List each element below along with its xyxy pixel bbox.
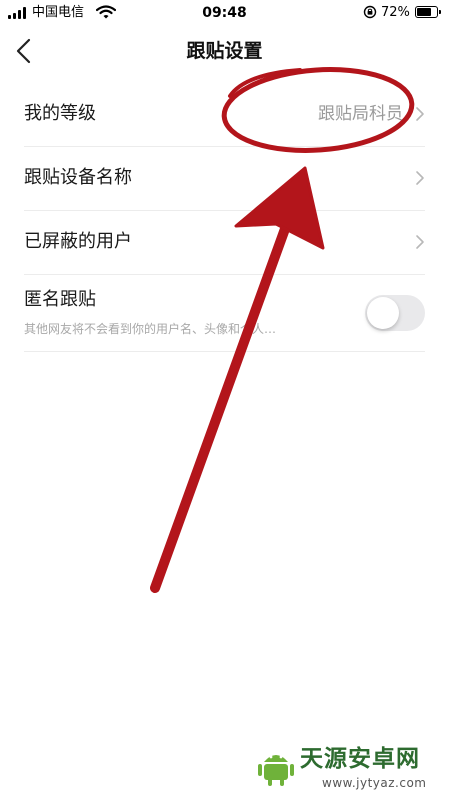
nav-bar: 跟贴设置 [0, 26, 449, 78]
my-level-label: 我的等级 [24, 103, 96, 124]
device-name-label: 跟贴设备名称 [24, 167, 132, 188]
chevron-right-icon [416, 107, 424, 121]
settings-row-anonymous: 匿名跟贴 其他网友将不会看到你的用户名、头像和个人… [24, 275, 425, 352]
anonymous-label: 匿名跟贴 [24, 289, 96, 310]
lock-rotation-icon [363, 5, 377, 19]
settings-row-blocked-users[interactable]: 已屏蔽的用户 [24, 211, 425, 275]
watermark: 天源安卓网 www.jytyaz.com [256, 740, 446, 796]
page-title: 跟贴设置 [186, 40, 263, 62]
android-logo-icon [258, 755, 294, 786]
battery-fill [417, 8, 431, 16]
my-level-value: 跟贴局科员 [318, 104, 403, 124]
chevron-right-icon [416, 235, 424, 249]
settings-row-device-name[interactable]: 跟贴设备名称 [24, 147, 425, 211]
toggle-knob [367, 297, 399, 329]
anonymous-description: 其他网友将不会看到你的用户名、头像和个人… [24, 322, 277, 336]
anonymous-toggle[interactable] [365, 295, 425, 331]
watermark-url: www.jytyaz.com [322, 776, 427, 790]
chevron-right-icon [416, 171, 424, 185]
watermark-text: 天源安卓网 [300, 746, 420, 772]
battery-icon [415, 6, 441, 18]
settings-list: 我的等级 跟贴局科员 跟贴设备名称 已屏蔽的用户 匿名跟贴 其他网友将不会看到你… [0, 83, 449, 352]
status-bar: 中国电信 09:48 72% [0, 0, 449, 26]
battery-percent: 72% [381, 5, 410, 20]
settings-row-my-level[interactable]: 我的等级 跟贴局科员 [24, 83, 425, 147]
blocked-users-label: 已屏蔽的用户 [24, 231, 132, 252]
